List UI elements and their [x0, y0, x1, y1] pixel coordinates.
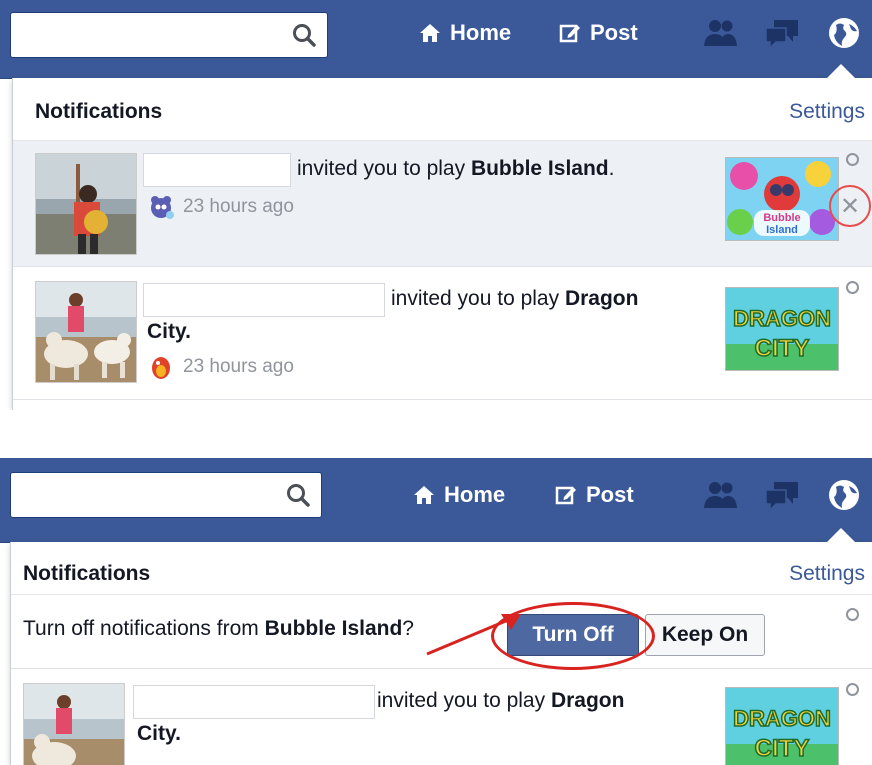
post-label: Post	[590, 20, 638, 45]
messages-icon[interactable]	[764, 478, 800, 512]
home-icon	[420, 24, 440, 42]
friends-icon[interactable]	[702, 16, 738, 50]
avatar	[35, 153, 137, 255]
dropdown-caret	[827, 64, 855, 78]
redacted-friend-name	[143, 153, 291, 187]
dropdown-caret	[827, 528, 855, 542]
notification-text-line2: City.	[137, 722, 181, 745]
notification-text: invited you to play Dragon	[377, 689, 625, 712]
redacted-friend-name	[133, 685, 375, 719]
edit-icon	[555, 486, 576, 505]
home-link[interactable]: Home	[412, 480, 505, 510]
thumb-text-dragon: DRAGON	[733, 706, 831, 731]
thumb-text-bubble: Bubble	[763, 212, 800, 224]
dragon-city-app-icon	[152, 357, 170, 379]
friends-icon[interactable]	[702, 478, 738, 512]
turn-off-prompt-row: Turn off notifications from Bubble Islan…	[11, 594, 872, 670]
globe-notifications-icon[interactable]	[826, 16, 862, 50]
notification-timestamp: 23 hours ago	[147, 353, 294, 381]
thumb-text-city: CITY	[755, 335, 810, 362]
screenshot-top-panel: Home Post Notifications Settings invited…	[0, 0, 872, 410]
notifications-header: Notifications Settings	[13, 78, 872, 141]
settings-link[interactable]: Settings	[789, 100, 865, 124]
bubble-island-thumbnail: Bubble Island	[725, 157, 839, 241]
app-name: Bubble Island	[264, 617, 403, 640]
notification-text: invited you to play Bubble Island.	[297, 157, 615, 180]
mark-as-read-dot[interactable]	[846, 683, 859, 696]
post-link[interactable]: Post	[554, 480, 634, 510]
thumb-text-dragon: DRAGON	[733, 306, 831, 331]
notification-item-dragon-city[interactable]: invited you to play Dragon City. 23 hour…	[13, 267, 872, 400]
mark-as-read-dot[interactable]	[846, 281, 859, 294]
hide-notification-x-button[interactable]: ✕	[829, 185, 871, 227]
dragon-city-thumbnail: DRAGON CITY	[725, 687, 839, 765]
notification-item-dragon-city[interactable]: invited you to play Dragon City. DRAGON …	[11, 669, 872, 765]
keep-on-button[interactable]: Keep On	[645, 614, 765, 656]
notification-item-bubble-island[interactable]: invited you to play Bubble Island. 23 ho…	[13, 141, 872, 267]
mark-as-read-dot[interactable]	[846, 608, 859, 621]
home-label: Home	[450, 20, 512, 45]
thumb-text-city: CITY	[755, 735, 810, 762]
blue-top-bar: Home Post	[0, 0, 872, 79]
blue-top-bar: Home Post	[0, 458, 872, 543]
search-input[interactable]	[10, 12, 328, 58]
post-label: Post	[586, 482, 634, 507]
turn-off-prompt-text: Turn off notifications from Bubble Islan…	[23, 617, 414, 640]
home-label: Home	[444, 482, 506, 507]
notifications-dropdown: Notifications Settings Turn off notifica…	[10, 528, 872, 765]
edit-icon	[559, 24, 580, 43]
notifications-title: Notifications	[35, 100, 163, 123]
avatar	[23, 683, 125, 765]
messages-icon[interactable]	[764, 16, 800, 50]
post-link[interactable]: Post	[558, 18, 638, 48]
bubble-island-app-icon	[151, 196, 174, 219]
screenshot-bottom-panel: Home Post Notifications Settings Turn of…	[0, 458, 872, 765]
search-input[interactable]	[10, 472, 322, 518]
search-icon[interactable]	[291, 22, 317, 48]
notification-text: invited you to play Dragon	[391, 287, 639, 310]
turn-off-button[interactable]: Turn Off	[507, 614, 639, 656]
avatar	[35, 281, 137, 383]
settings-link[interactable]: Settings	[789, 562, 865, 586]
game-name: Bubble Island	[470, 157, 609, 180]
notifications-header: Notifications Settings	[11, 542, 872, 595]
mark-as-read-dot[interactable]	[846, 153, 859, 166]
home-link[interactable]: Home	[418, 18, 511, 48]
game-name: Dragon	[550, 689, 625, 712]
search-icon[interactable]	[285, 482, 311, 508]
notification-timestamp: 23 hours ago	[147, 193, 294, 221]
notifications-dropdown: Notifications Settings invited you to pl…	[12, 64, 872, 410]
globe-notifications-icon[interactable]	[826, 478, 862, 512]
notifications-title: Notifications	[23, 562, 151, 585]
notification-text-line2: City.	[147, 320, 191, 343]
thumb-text-island: Island	[766, 224, 798, 236]
redacted-friend-name	[143, 283, 385, 317]
dragon-city-thumbnail: DRAGON CITY	[725, 287, 839, 371]
game-name: Dragon	[564, 287, 639, 310]
home-icon	[414, 486, 434, 504]
